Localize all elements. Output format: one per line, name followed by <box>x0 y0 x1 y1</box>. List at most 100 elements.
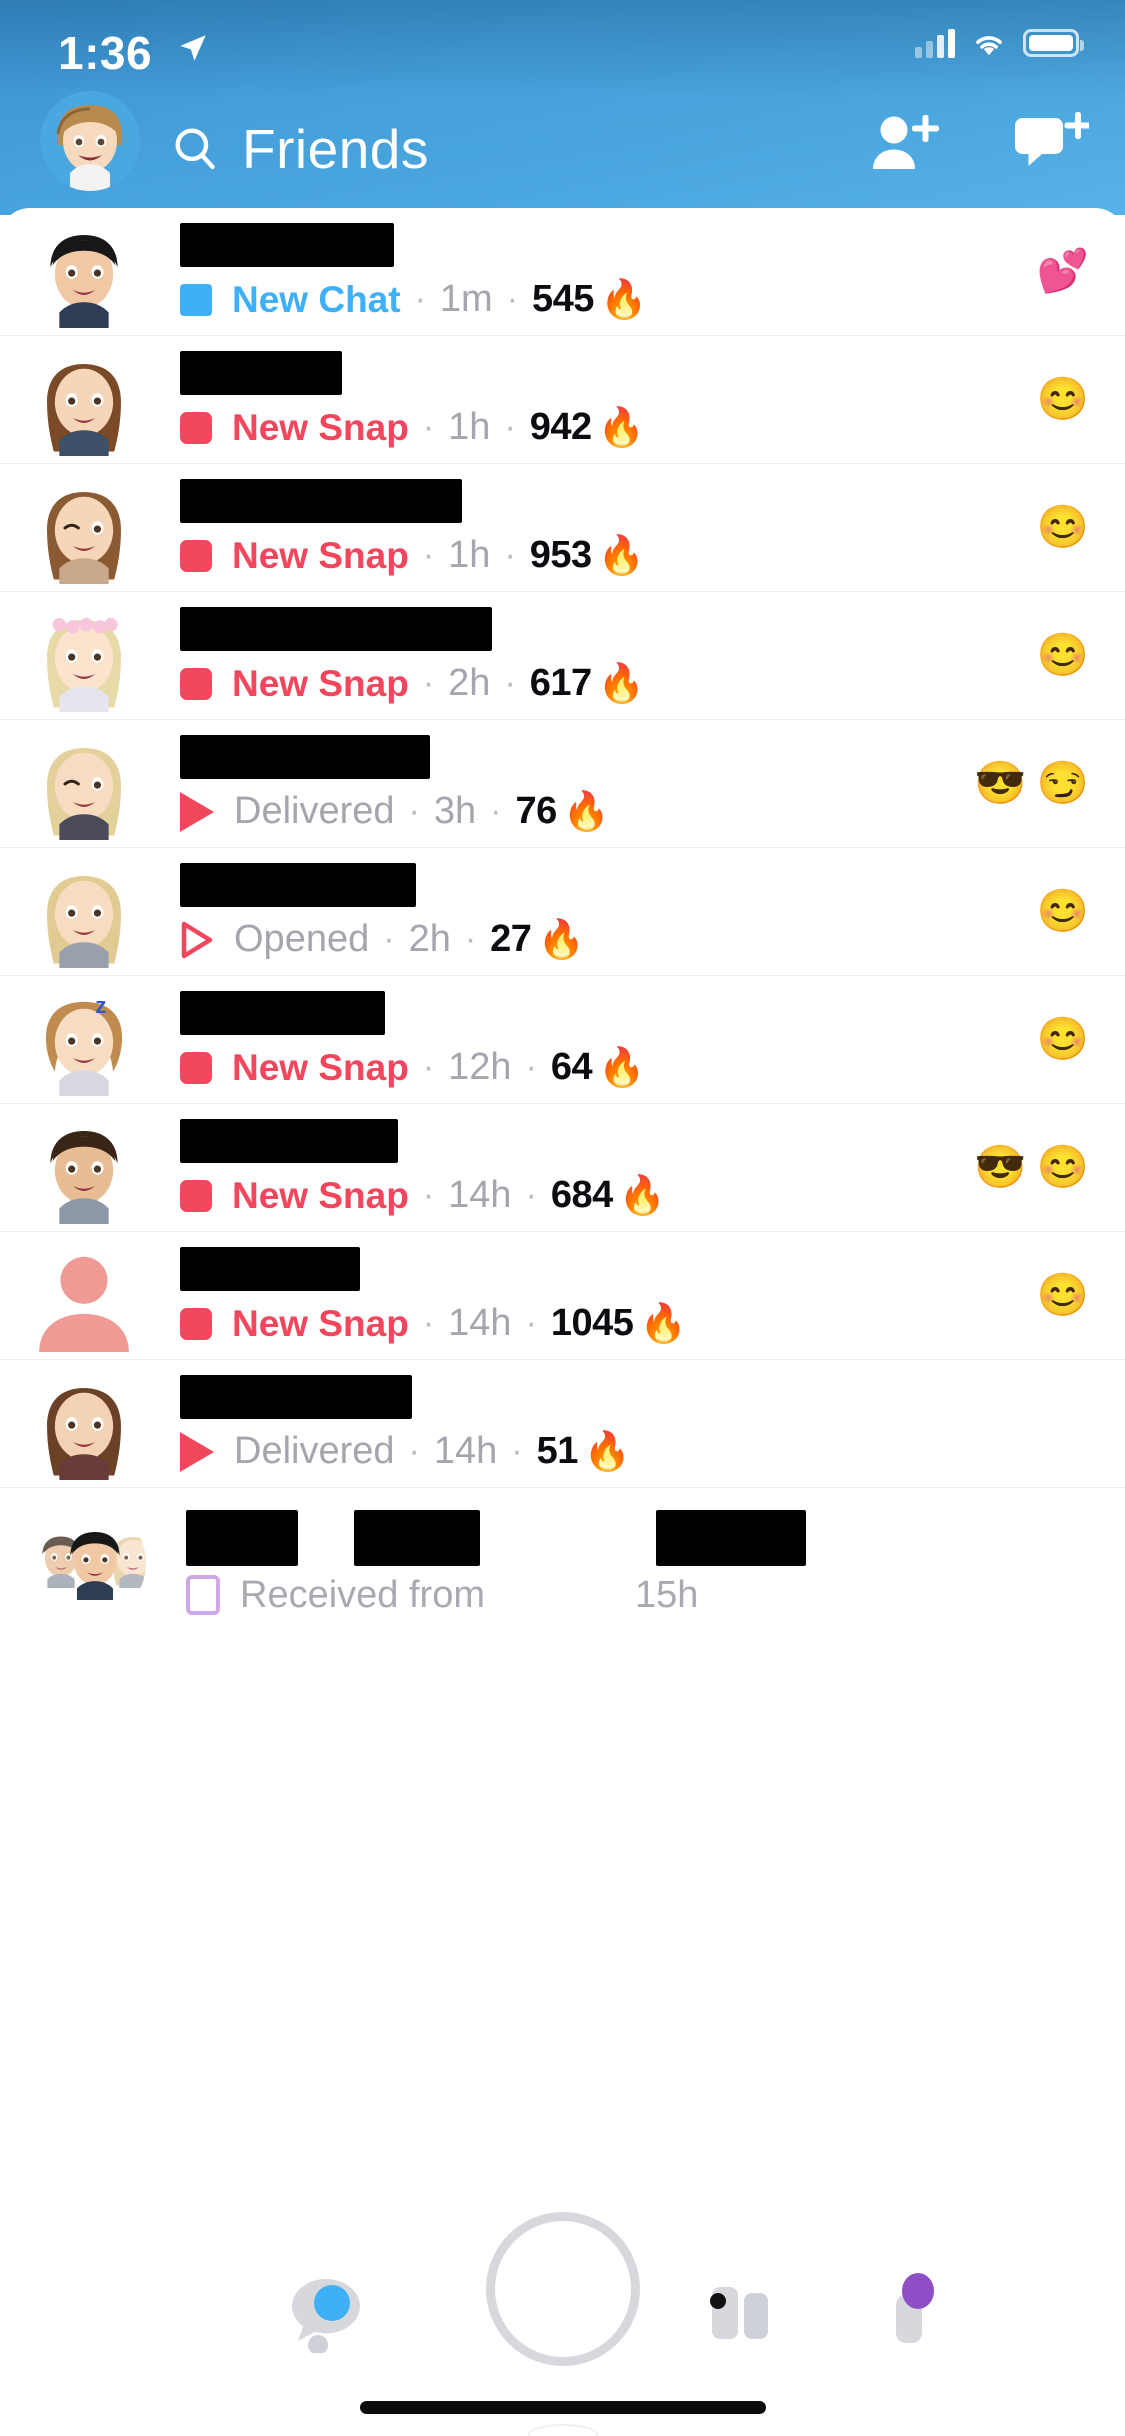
fire-emoji-icon: 🔥 <box>599 278 648 321</box>
timestamp: 3h <box>433 790 477 832</box>
separator-dot: · <box>422 1176 435 1214</box>
friendmoji-reactions: 😊 <box>1037 375 1089 424</box>
avatar[interactable]: z <box>28 984 140 1096</box>
avatar[interactable] <box>28 856 140 968</box>
avatar[interactable] <box>28 472 140 584</box>
avatar[interactable] <box>28 1368 140 1480</box>
conversation-row[interactable]: New Snap · 14h · 1045 🔥 😊 <box>0 1232 1125 1360</box>
friendmoji-reactions: 😎 😊 <box>974 1143 1089 1192</box>
friend-name-redacted <box>180 1246 360 1291</box>
status-icon <box>180 411 212 444</box>
timestamp: 14h <box>433 1430 498 1472</box>
fire-emoji-icon: 🔥 <box>537 918 585 961</box>
avatar[interactable] <box>28 600 140 712</box>
reaction-emoji: 💕 <box>1036 247 1089 294</box>
separator-dot: · <box>422 536 435 574</box>
conversation-row[interactable]: Delivered · 14h · 51 🔥 <box>0 1360 1125 1488</box>
separator-dot: · <box>464 920 477 958</box>
streak-count: 942 <box>529 406 592 448</box>
opened-arrow-icon <box>181 921 213 958</box>
separator-dot: · <box>422 408 435 446</box>
status-icon <box>180 1179 212 1212</box>
friendmoji-reactions: 💕 <box>1037 247 1089 296</box>
timestamp: 14h <box>448 1302 512 1344</box>
status-label: New Snap <box>232 1174 409 1216</box>
friend-name-redacted <box>180 1118 398 1163</box>
group-avatar[interactable] <box>28 1504 146 1622</box>
bitmoji-male-jacket <box>28 1112 140 1224</box>
conversation-body: New Chat · 1m · 545 🔥 <box>140 222 1019 321</box>
search-icon[interactable] <box>170 124 220 174</box>
conversation-row[interactable]: New Snap · 1h · 942 🔥 😊 <box>0 336 1125 464</box>
conversation-status-line: New Snap · 1h · 953 🔥 <box>180 534 1019 577</box>
conversation-list-panel: New Chat · 1m · 545 🔥 💕 New Snap · 1h · … <box>0 208 1125 2436</box>
new-snap-square-icon <box>180 1179 212 1212</box>
fire-emoji-icon: 🔥 <box>597 534 645 577</box>
status-bar-indicators <box>915 28 1084 58</box>
cellular-signal-icon <box>915 28 955 58</box>
avatar[interactable] <box>28 728 140 840</box>
status-icon <box>180 1307 212 1340</box>
timestamp: 1h <box>448 406 491 448</box>
conversation-status-line: New Snap · 1h · 942 🔥 <box>180 406 1019 449</box>
conversation-body: New Snap · 12h · 64 🔥 <box>140 990 1019 1089</box>
app-header: Friends <box>0 91 1125 215</box>
friend-name-redacted <box>180 734 430 779</box>
battery-icon <box>1023 29 1084 57</box>
conversation-row[interactable]: Opened · 2h · 27 🔥 😊 <box>0 848 1125 976</box>
group-body: Received from 15h <box>146 1509 1089 1617</box>
new-chat-button[interactable] <box>1013 109 1092 175</box>
conversation-row[interactable]: z New Snap · 12h · 64 🔥 😊 <box>0 976 1125 1104</box>
conversation-row[interactable]: New Snap · 1h · 953 🔥 😊 <box>0 464 1125 592</box>
bitmoji-female-wink <box>28 472 140 584</box>
profile-avatar[interactable] <box>40 91 140 191</box>
reaction-emoji: 😊 <box>1036 631 1089 678</box>
avatar[interactable] <box>28 1112 140 1224</box>
fire-emoji-icon: 🔥 <box>597 406 645 449</box>
group-name-part <box>354 1509 480 1566</box>
conversation-row[interactable]: New Snap · 14h · 684 🔥 😎 😊 <box>0 1104 1125 1232</box>
status-icon <box>180 1051 212 1084</box>
conversation-body: Opened · 2h · 27 🔥 <box>140 862 1019 961</box>
friendmoji-reactions: 😊 <box>1037 503 1089 552</box>
new-snap-square-icon <box>180 1051 212 1084</box>
add-friend-button[interactable] <box>865 109 941 175</box>
separator-dot: · <box>490 792 502 830</box>
separator-dot: · <box>511 1432 523 1470</box>
group-name-redacted <box>186 1509 1089 1566</box>
received-group-square-icon <box>186 1575 220 1615</box>
default-person-placeholder <box>28 1240 140 1352</box>
separator-dot: · <box>504 664 516 702</box>
separator-dot: · <box>504 408 516 446</box>
streak-count: 1045 <box>550 1302 634 1344</box>
conversation-body: Delivered · 3h · 76 🔥 <box>140 734 956 833</box>
avatar[interactable] <box>28 1240 140 1352</box>
conversation-row[interactable]: Delivered · 3h · 76 🔥 😎 😏 <box>0 720 1125 848</box>
bitmoji-female-curly-sleep: z <box>28 984 140 1096</box>
streak-count: 684 <box>550 1174 613 1216</box>
avatar[interactable] <box>28 216 140 328</box>
avatar[interactable] <box>28 344 140 456</box>
timestamp: 14h <box>448 1174 512 1216</box>
timestamp: 2h <box>448 662 491 704</box>
svg-text:z: z <box>95 993 106 1018</box>
streak-count: 953 <box>529 534 592 576</box>
bitmoji-male-dark-hair <box>28 216 140 328</box>
group-conversation-row[interactable]: Received from 15h <box>0 1488 1125 1638</box>
separator-dot: · <box>422 1048 435 1086</box>
conversation-body: New Snap · 1h · 942 🔥 <box>140 350 1019 449</box>
timestamp: 12h <box>448 1046 512 1088</box>
friend-name-redacted <box>180 478 462 523</box>
header-title-group[interactable]: Friends <box>170 117 429 181</box>
status-label: New Chat <box>232 278 401 320</box>
conversation-row[interactable]: New Snap · 2h · 617 🔥 😊 <box>0 592 1125 720</box>
friend-name-redacted <box>180 862 416 907</box>
reaction-emoji: 😊 <box>1036 1143 1089 1190</box>
separator-dot: · <box>504 536 516 574</box>
status-label: New Snap <box>232 406 409 448</box>
bitmoji-avatar <box>40 91 140 191</box>
conversation-row[interactable]: New Chat · 1m · 545 🔥 💕 <box>0 208 1125 336</box>
group-timestamp: 15h <box>634 1573 699 1616</box>
group-name-part <box>186 1509 298 1566</box>
bitmoji-female-flower-crown <box>28 600 140 712</box>
